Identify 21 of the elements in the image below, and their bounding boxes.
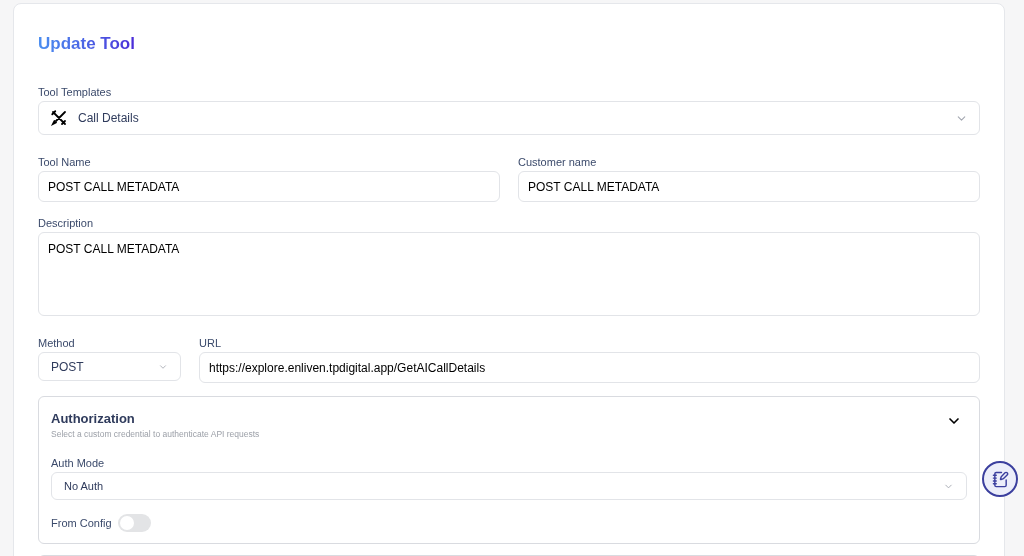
page-title: Update Tool (38, 34, 135, 54)
select-value: No Auth (64, 480, 104, 492)
auth-mode-select[interactable]: No Auth (51, 472, 967, 500)
toggle-label: From Config (51, 517, 112, 529)
section-title: Authorization (51, 411, 136, 427)
field-label: Description (38, 217, 95, 230)
customer-name-field[interactable]: POST CALL METADATA (518, 171, 980, 202)
field-label: Tool Templates (38, 86, 113, 99)
method-select[interactable]: POST (38, 352, 181, 381)
field-label: Auth Mode (51, 457, 106, 470)
select-value: Call Details (78, 110, 139, 127)
select-value: POST (51, 358, 84, 376)
field-label: Tool Name (38, 156, 92, 169)
field-label: Customer name (518, 156, 598, 169)
section-subtitle: Select a custom credential to authenticate API requests (51, 428, 260, 440)
description-field[interactable]: POST CALL METADATA (38, 232, 980, 316)
template-select[interactable]: Call Details (38, 101, 980, 135)
field-label: URL (199, 337, 222, 350)
tool-name-field[interactable]: POST CALL METADATA (38, 171, 500, 202)
url-field[interactable]: https://explore.enliven.tpdigital.app/GetAICallDetails (199, 352, 980, 383)
field-label: Method (38, 337, 76, 350)
